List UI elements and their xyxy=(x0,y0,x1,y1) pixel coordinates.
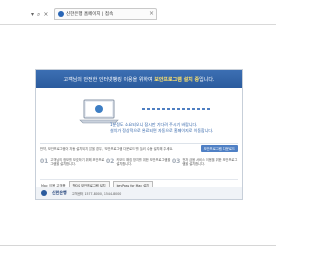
install-content: 1분정도 소요되오니 잠시만 기다려 주시기 바랍니다. 설치가 정상적으로 완… xyxy=(36,88,242,143)
browser-tab[interactable]: 신한은행 홈페이지 | 접속 × xyxy=(54,8,157,20)
page-divider xyxy=(0,245,276,246)
install-message-2: 설치가 정상적으로 완료되면 자동으로 홈페이지로 이동합니다. xyxy=(110,128,214,133)
download-security-button[interactable]: 보안프로그램 다운로드 xyxy=(200,145,238,152)
manual-install-note: 만약, 보안프로그램이 자동 설치되지 않을 경우, '보안프로그램 다운로드'… xyxy=(40,147,174,151)
bank-logo-text: 신한은행 xyxy=(52,190,67,195)
install-banner: 고객님의 안전한 인터넷뱅킹 이용을 위하여 보안프로그램 설치 중 입니다. xyxy=(36,70,242,88)
close-icon[interactable]: × xyxy=(43,10,48,19)
install-progress-indicator xyxy=(142,108,212,110)
banner-highlight: 보안프로그램 설치 중 xyxy=(154,76,200,83)
tab-title: 신한은행 홈페이지 | 접속 xyxy=(66,12,114,17)
install-step: 01 고객님의 정보를 보호하기 위해 보안프로그램을 설치합니다. xyxy=(40,155,106,179)
dropdown-icon[interactable]: ▾ xyxy=(31,10,34,19)
bank-logo-icon xyxy=(41,190,47,196)
step-text: 키보드 해킹 방지를 위한 보안프로그램을 설치합니다. xyxy=(116,158,171,167)
banner-suffix: 입니다. xyxy=(199,76,215,83)
banner-prefix: 고객님의 안전한 인터넷뱅킹 이용을 위하여 xyxy=(63,76,153,83)
customer-center-info: 고객센터 1577-8000, 1544-8000 xyxy=(71,191,122,196)
search-icon[interactable]: ⌕ xyxy=(37,10,40,19)
browser-toolbar: ▾ ⌕ × 신한은행 홈페이지 | 접속 × xyxy=(0,0,276,25)
manual-install-row: 만약, 보안프로그램이 자동 설치되지 않을 경우, '보안프로그램 다운로드'… xyxy=(40,143,238,153)
install-steps: 01 고객님의 정보를 보호하기 위해 보안프로그램을 설치합니다. 02 키보… xyxy=(40,155,238,180)
address-bar-controls: ▾ ⌕ × xyxy=(31,10,48,19)
panel-footer: 신한은행 고객센터 1577-8000, 1544-8000 xyxy=(36,187,242,199)
security-install-panel: 고객님의 안전한 인터넷뱅킹 이용을 위하여 보안프로그램 설치 중 입니다. … xyxy=(35,69,243,200)
step-number: 02 xyxy=(106,158,115,165)
tab-close-icon[interactable]: × xyxy=(149,10,154,17)
install-step: 03 전자 금융 서비스 이용을 위한 보안프로그램을 설치합니다. xyxy=(172,155,238,179)
site-favicon-icon xyxy=(58,11,64,17)
step-text: 고객님의 정보를 보호하기 위해 보안프로그램을 설치합니다. xyxy=(50,158,105,167)
step-number: 03 xyxy=(172,158,181,165)
step-text: 전자 금융 서비스 이용을 위한 보안프로그램을 설치합니다. xyxy=(182,158,238,167)
install-step: 02 키보드 해킹 방지를 위한 보안프로그램을 설치합니다. xyxy=(106,155,172,179)
step-number: 01 xyxy=(40,158,49,165)
